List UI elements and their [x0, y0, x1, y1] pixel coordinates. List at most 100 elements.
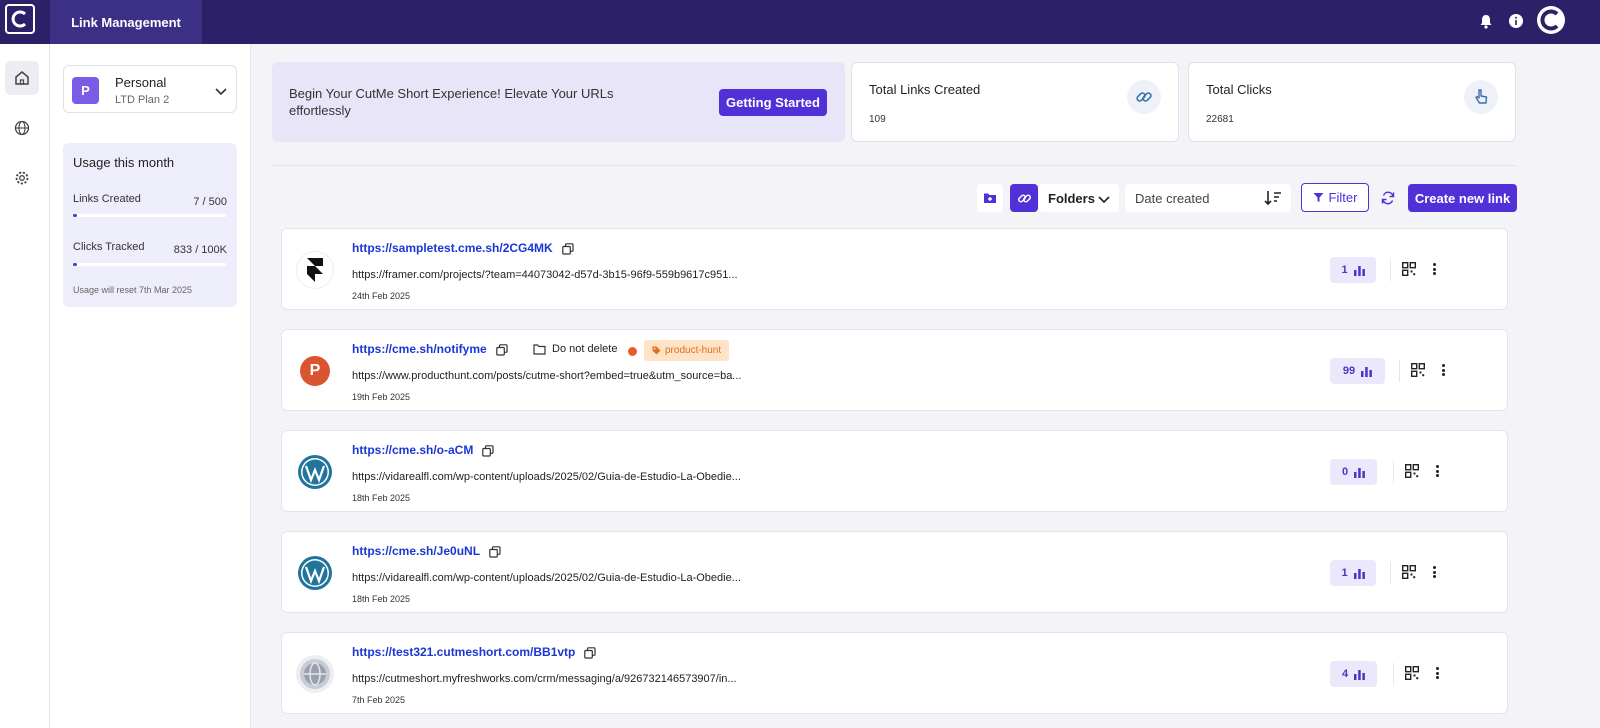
click-count-button[interactable]: 1: [1330, 257, 1376, 283]
sort-descending-icon[interactable]: [1264, 190, 1282, 209]
folder-label[interactable]: Do not delete: [533, 343, 617, 355]
destination-url: https://vidarealfl.com/wp-content/upload…: [352, 572, 741, 584]
qr-code-icon[interactable]: [1405, 666, 1419, 680]
top-bar: Link Management: [0, 0, 1600, 44]
clicks-tracked-value: 833 / 100K: [173, 244, 227, 256]
link-card[interactable]: https://sampletest.cme.sh/2CG4MK https:/…: [281, 228, 1508, 310]
getting-started-button[interactable]: Getting Started: [719, 89, 827, 116]
qr-code-icon[interactable]: [1402, 565, 1416, 579]
short-link[interactable]: https://sampletest.cme.sh/2CG4MK: [352, 241, 574, 255]
created-date: 18th Feb 2025: [352, 493, 411, 503]
new-folder-button[interactable]: [977, 184, 1003, 212]
chevron-down-icon: [1098, 192, 1110, 207]
wordpress-logo: [296, 554, 334, 592]
short-link[interactable]: https://cme.sh/Je0uNL: [352, 544, 501, 558]
link-card[interactable]: https://cme.sh/o-aCM https://vidarealfl.…: [281, 430, 1508, 512]
info-icon[interactable]: [1506, 11, 1526, 31]
click-count: 99: [1342, 365, 1356, 377]
globe-logo: [296, 655, 334, 693]
short-link-text: https://test321.cutmeshort.com/BB1vtp: [352, 645, 576, 659]
usage-panel: Usage this month Links Created 7 / 500 C…: [63, 143, 237, 307]
link-card[interactable]: P https://cme.sh/notifyme Do not delete …: [281, 329, 1508, 411]
link-view-button[interactable]: [1010, 184, 1038, 212]
qr-code-icon[interactable]: [1411, 363, 1425, 377]
sort-label: Date created: [1135, 190, 1210, 206]
producthunt-letter: P: [300, 356, 330, 386]
bar-chart-icon: [1354, 467, 1365, 478]
onboarding-banner: Begin Your CutMe Short Experience! Eleva…: [272, 62, 845, 142]
clicks-tracked-label: Clicks Tracked: [73, 241, 145, 253]
tab-link-management[interactable]: Link Management: [50, 0, 202, 44]
workspace-plan: LTD Plan 2: [115, 94, 170, 106]
copy-icon[interactable]: [495, 344, 508, 356]
click-count-button[interactable]: 1: [1330, 560, 1376, 586]
usage-reset-note: Usage will reset 7th Mar 2025: [73, 285, 193, 295]
copy-icon[interactable]: [489, 546, 501, 558]
copy-icon[interactable]: [561, 243, 574, 255]
bar-chart-icon: [1361, 366, 1373, 377]
link-card[interactable]: https://cme.sh/Je0uNL https://vidarealfl…: [281, 531, 1508, 613]
logo-icon: [11, 10, 27, 28]
sort-select[interactable]: Date created: [1125, 184, 1291, 212]
refresh-icon[interactable]: [1378, 188, 1398, 208]
short-link-text: https://cme.sh/o-aCM: [352, 443, 474, 457]
link-icon: [1017, 193, 1031, 203]
divider: [1390, 562, 1391, 584]
more-options-icon[interactable]: [1432, 665, 1442, 681]
click-count: 1: [1341, 264, 1348, 276]
create-link-button[interactable]: Create new link: [1408, 184, 1517, 212]
bar-chart-icon: [1353, 568, 1365, 579]
gear-icon[interactable]: [5, 161, 39, 195]
click-count-button[interactable]: 99: [1330, 358, 1385, 384]
copy-icon[interactable]: [482, 445, 494, 457]
more-options-icon[interactable]: [1429, 261, 1439, 277]
clicks-progress-bar: [73, 263, 226, 266]
click-count: 1: [1341, 567, 1348, 579]
click-count: 4: [1341, 668, 1349, 680]
destination-url: https://www.producthunt.com/posts/cutme-…: [352, 370, 742, 382]
workspace-name: Personal: [115, 75, 167, 90]
more-options-icon[interactable]: [1429, 564, 1439, 580]
divider: [1390, 259, 1391, 281]
more-options-icon[interactable]: [1438, 362, 1448, 378]
home-icon[interactable]: [5, 61, 39, 95]
short-link[interactable]: https://test321.cutmeshort.com/BB1vtp: [352, 645, 596, 659]
app-logo[interactable]: [5, 4, 35, 34]
banner-text: Begin Your CutMe Short Experience! Eleva…: [289, 86, 614, 118]
total-clicks-card: Total Clicks 22681: [1188, 62, 1516, 142]
qr-code-icon[interactable]: [1405, 464, 1419, 478]
link-card[interactable]: https://test321.cutmeshort.com/BB1vtp ht…: [281, 632, 1508, 714]
total-clicks-title: Total Clicks: [1206, 82, 1272, 97]
workspace-selector[interactable]: P Personal LTD Plan 2: [63, 65, 237, 113]
short-link-text: https://cme.sh/Je0uNL: [352, 544, 481, 558]
filter-icon: [1313, 193, 1324, 202]
short-link-text: https://sampletest.cme.sh/2CG4MK: [352, 241, 553, 255]
click-count-button[interactable]: 0: [1330, 459, 1377, 485]
created-date: 18th Feb 2025: [352, 594, 411, 604]
folder-name: Do not delete: [552, 343, 618, 355]
divider: [1393, 663, 1394, 685]
copy-icon[interactable]: [584, 647, 596, 659]
clicks-progress-fill: [73, 263, 77, 266]
link-icon: [1127, 80, 1161, 114]
left-rail: [0, 44, 50, 728]
bell-icon[interactable]: [1476, 11, 1496, 31]
short-link-text: https://cme.sh/notifyme: [352, 342, 487, 356]
tag-badge[interactable]: product-hunt: [644, 340, 730, 361]
globe-icon[interactable]: [5, 111, 39, 145]
short-link[interactable]: https://cme.sh/notifyme: [352, 342, 508, 356]
folders-dropdown[interactable]: Folders: [1039, 184, 1119, 212]
more-options-icon[interactable]: [1432, 463, 1442, 479]
user-avatar[interactable]: [1537, 6, 1565, 34]
usage-title: Usage this month: [73, 155, 175, 170]
links-progress-fill: [73, 214, 77, 217]
bar-chart-icon: [1353, 265, 1365, 276]
filter-button[interactable]: Filter: [1301, 183, 1369, 212]
short-link[interactable]: https://cme.sh/o-aCM: [352, 443, 494, 457]
folders-label: Folders: [1048, 190, 1095, 206]
links-created-value: 7 / 500: [193, 196, 227, 208]
producthunt-logo: P: [296, 352, 334, 390]
click-count-button[interactable]: 4: [1330, 661, 1377, 687]
created-date: 7th Feb 2025: [352, 695, 406, 705]
qr-code-icon[interactable]: [1402, 262, 1416, 276]
